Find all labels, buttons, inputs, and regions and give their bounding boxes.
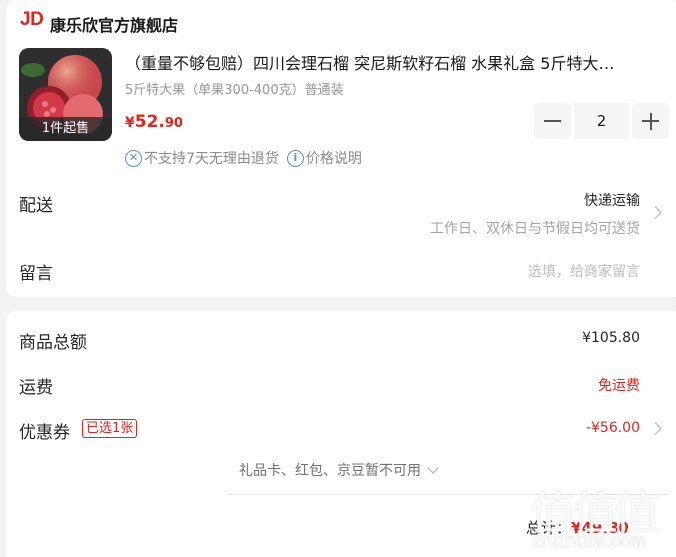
unavailable-text: 礼品卡、红包、京豆暂不可用 <box>239 463 421 479</box>
jd-logo: JD <box>20 9 44 30</box>
chevron-right-icon[interactable] <box>649 206 662 219</box>
price-note-link[interactable]: 价格说明 <box>306 148 362 168</box>
no-return-text: 不支持7天无理由退货 <box>144 151 279 167</box>
goods-total-value: ¥105.80 <box>582 330 640 346</box>
min-purchase-badge: 1件起售 <box>19 117 112 141</box>
product-spec[interactable]: 5斤特大果（单果300-400克）普通装 <box>125 79 344 98</box>
service-notes: ✕ 不支持7天无理由退货 i 价格说明 <box>125 148 362 168</box>
delivery-mode[interactable]: 快递运输 <box>406 190 640 210</box>
info-icon[interactable]: i <box>286 149 304 167</box>
price-decimal: 90 <box>164 116 183 131</box>
goods-total-label: 商品总额 <box>19 333 87 353</box>
delivery-note[interactable]: 工作日、双休日与节假日均可送货 <box>306 218 640 238</box>
coupon-label: 优惠券 <box>19 423 70 443</box>
no-return-icon: ✕ <box>125 149 142 167</box>
watermark-url: zhizhizhi.com <box>532 531 647 552</box>
product-image[interactable]: 1件起售 <box>19 48 112 141</box>
shipping-value: 免运费 <box>598 378 640 394</box>
quantity-input[interactable]: 2 <box>574 103 629 139</box>
product-title[interactable]: （重量不够包赔）四川会理石榴 突尼斯软籽石榴 水果礼盒 5斤特大… <box>125 50 665 74</box>
price-integer: 52. <box>134 112 165 132</box>
chevron-right-icon[interactable] <box>649 422 662 435</box>
delivery-label: 配送 <box>19 196 53 216</box>
increase-button[interactable] <box>632 103 669 139</box>
quantity-stepper: 2 <box>534 103 669 139</box>
minus-icon <box>544 120 561 122</box>
coupon-badge[interactable]: 已选1张 <box>82 419 138 438</box>
decrease-button[interactable] <box>534 103 571 139</box>
watermark-logo: 值值值 zhizhizhi.com <box>528 475 676 557</box>
chevron-down-icon <box>427 462 439 474</box>
shipping-label: 运费 <box>19 378 53 398</box>
product-price: ¥52.90 <box>125 112 183 132</box>
price-currency: ¥ <box>125 115 135 131</box>
order-item-card: JD 康乐欣官方旗舰店 1件起售 （重量不够包赔）四川会理石榴 突尼斯软籽石榴 … <box>6 0 676 297</box>
coupon-value[interactable]: -¥56.00 <box>456 420 640 436</box>
shop-name[interactable]: 康乐欣官方旗舰店 <box>50 12 178 36</box>
remark-label: 留言 <box>19 264 53 284</box>
remark-input[interactable]: 选填，给商家留言 <box>406 261 640 281</box>
